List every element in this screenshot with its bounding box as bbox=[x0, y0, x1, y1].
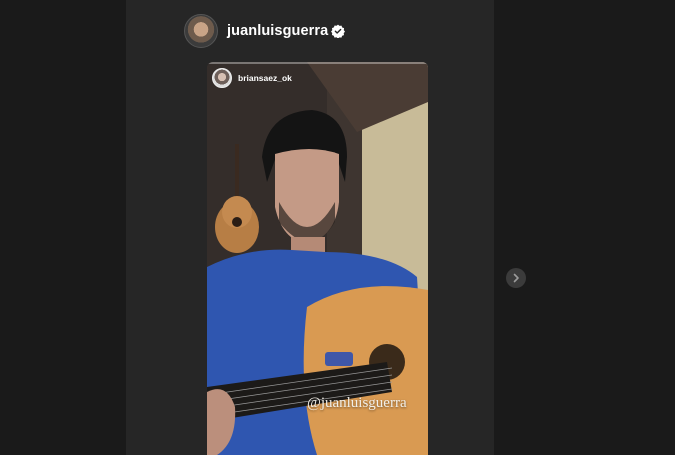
next-button[interactable] bbox=[506, 268, 526, 288]
chevron-right-icon bbox=[513, 273, 519, 283]
story-progress-bar bbox=[207, 62, 428, 64]
verified-badge-icon bbox=[331, 24, 346, 39]
post-header: juanluisguerra bbox=[184, 14, 346, 48]
story-video[interactable]: briansaez_ok @juanluisguerra bbox=[207, 62, 428, 455]
author-avatar[interactable] bbox=[184, 14, 218, 48]
story-user[interactable]: briansaez_ok bbox=[212, 68, 292, 88]
author-username[interactable]: juanluisguerra bbox=[227, 23, 328, 39]
story-username[interactable]: briansaez_ok bbox=[238, 73, 292, 83]
story-user-avatar[interactable] bbox=[212, 68, 232, 88]
story-mention[interactable]: @juanluisguerra bbox=[307, 395, 407, 412]
